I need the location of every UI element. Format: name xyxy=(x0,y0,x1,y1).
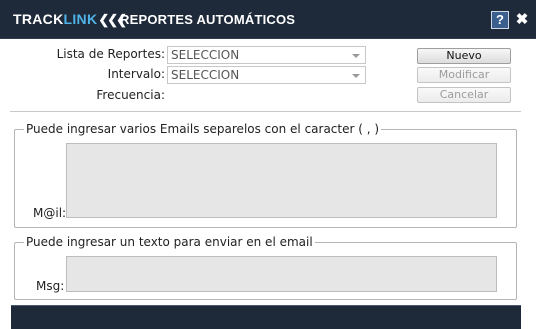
tracklink-logo: TRACKLINK❮❮❮ xyxy=(13,11,127,29)
footer-bar xyxy=(11,305,521,329)
lista-reportes-label: Lista de Reportes: xyxy=(56,47,165,61)
msg-label: Msg: xyxy=(36,279,65,293)
frecuencia-label: Frecuencia: xyxy=(96,88,165,102)
help-button[interactable]: ? xyxy=(491,11,509,29)
message-legend: Puede ingresar un texto para enviar en e… xyxy=(24,235,315,249)
lista-reportes-select[interactable]: SELECCION xyxy=(167,46,366,64)
nuevo-button[interactable]: Nuevo xyxy=(417,48,511,64)
logo-text-link: LINK xyxy=(63,11,98,27)
chevron-down-icon xyxy=(352,54,360,58)
emails-textarea[interactable] xyxy=(66,143,497,218)
window-title: REPORTES AUTOMÁTICOS xyxy=(120,12,296,27)
message-textarea[interactable] xyxy=(66,256,497,292)
intervalo-select[interactable]: SELECCION xyxy=(167,66,366,84)
intervalo-value: SELECCION xyxy=(171,68,240,82)
window-titlebar: TRACKLINK❮❮❮ REPORTES AUTOMÁTICOS ? ✖ xyxy=(0,0,536,39)
mail-label: M@il: xyxy=(33,206,67,220)
logo-text-track: TRACK xyxy=(13,11,64,27)
divider xyxy=(10,111,521,112)
intervalo-label: Intervalo: xyxy=(107,67,165,81)
chevron-down-icon xyxy=(352,74,360,78)
emails-legend: Puede ingresar varios Emails separelos c… xyxy=(24,122,382,136)
footer-edge xyxy=(11,305,521,314)
close-icon[interactable]: ✖ xyxy=(515,11,529,29)
lista-reportes-value: SELECCION xyxy=(171,48,240,62)
modificar-button[interactable]: Modificar xyxy=(417,67,511,83)
cancelar-button[interactable]: Cancelar xyxy=(417,87,511,103)
